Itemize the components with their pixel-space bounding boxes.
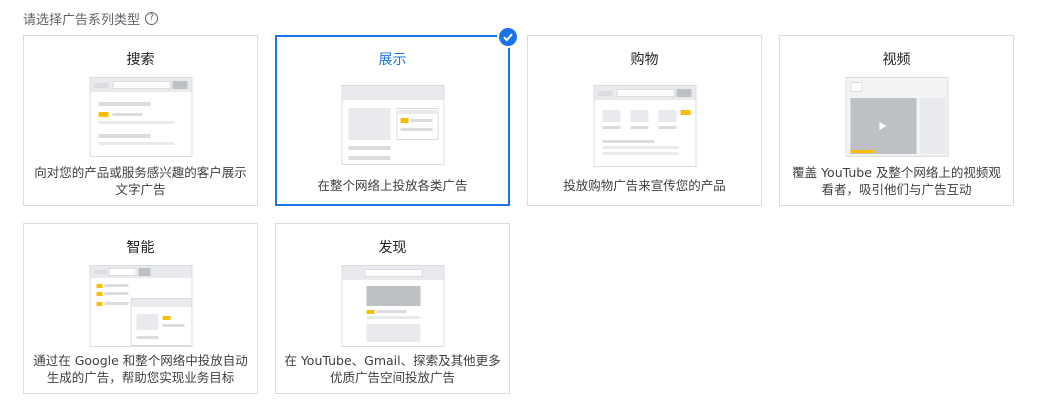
video-ad-illustration [845,77,948,157]
card-title: 智能 [126,240,155,256]
campaign-type-card-shopping[interactable]: 购物 投放购物广告来宣传您的产品 [527,35,762,206]
card-description: 覆盖 YouTube 及整个网络上的视频观看者，吸引他们与广告互动 [792,165,1001,197]
card-description: 投放购物广告来宣传您的产品 [563,178,726,193]
campaign-type-card-search[interactable]: 搜索 向对您的产品或服务感兴趣的客户展示文字广告 [23,35,258,206]
card-title: 展示 [378,52,407,68]
card-description: 向对您的产品或服务感兴趣的客户展示文字广告 [34,165,247,197]
card-description: 通过在 Google 和整个网络中投放自动生成的广告，帮助您实现业务目标 [33,353,248,385]
campaign-type-card-discovery[interactable]: 发现 在 YouTube、Gmail、探索及其他更多优质广告空间投放广告 [275,223,510,394]
search-ad-illustration [89,77,192,157]
play-icon [879,122,886,130]
discovery-ad-illustration [341,265,444,347]
section-title: 请选择广告系列类型 [23,13,141,28]
card-title: 购物 [630,52,659,68]
card-title: 视频 [882,52,911,68]
selected-checkmark-icon [497,26,519,48]
display-ad-illustration [341,85,444,165]
shopping-ad-illustration [593,85,696,167]
help-circle-icon[interactable]: ? [145,12,159,25]
campaign-type-card-video[interactable]: 视频 覆盖 YouTube 及整个网络上的视频观看者，吸引他们与广告互动 [779,35,1014,206]
card-description: 在 YouTube、Gmail、探索及其他更多优质广告空间投放广告 [284,353,501,385]
smart-ad-illustration [89,265,192,347]
card-title: 搜索 [126,52,155,68]
campaign-type-card-display[interactable]: 展示 在整个网络上投放各类广告 [275,35,510,206]
campaign-type-card-smart[interactable]: 智能 通过在 Google 和整个网络中投放自动生成的广告，帮助您实现业务目标 [23,223,258,394]
card-title: 发现 [378,240,407,256]
card-description: 在整个网络上投放各类广告 [317,178,468,193]
section-header: 请选择广告系列类型 ? [23,9,159,28]
